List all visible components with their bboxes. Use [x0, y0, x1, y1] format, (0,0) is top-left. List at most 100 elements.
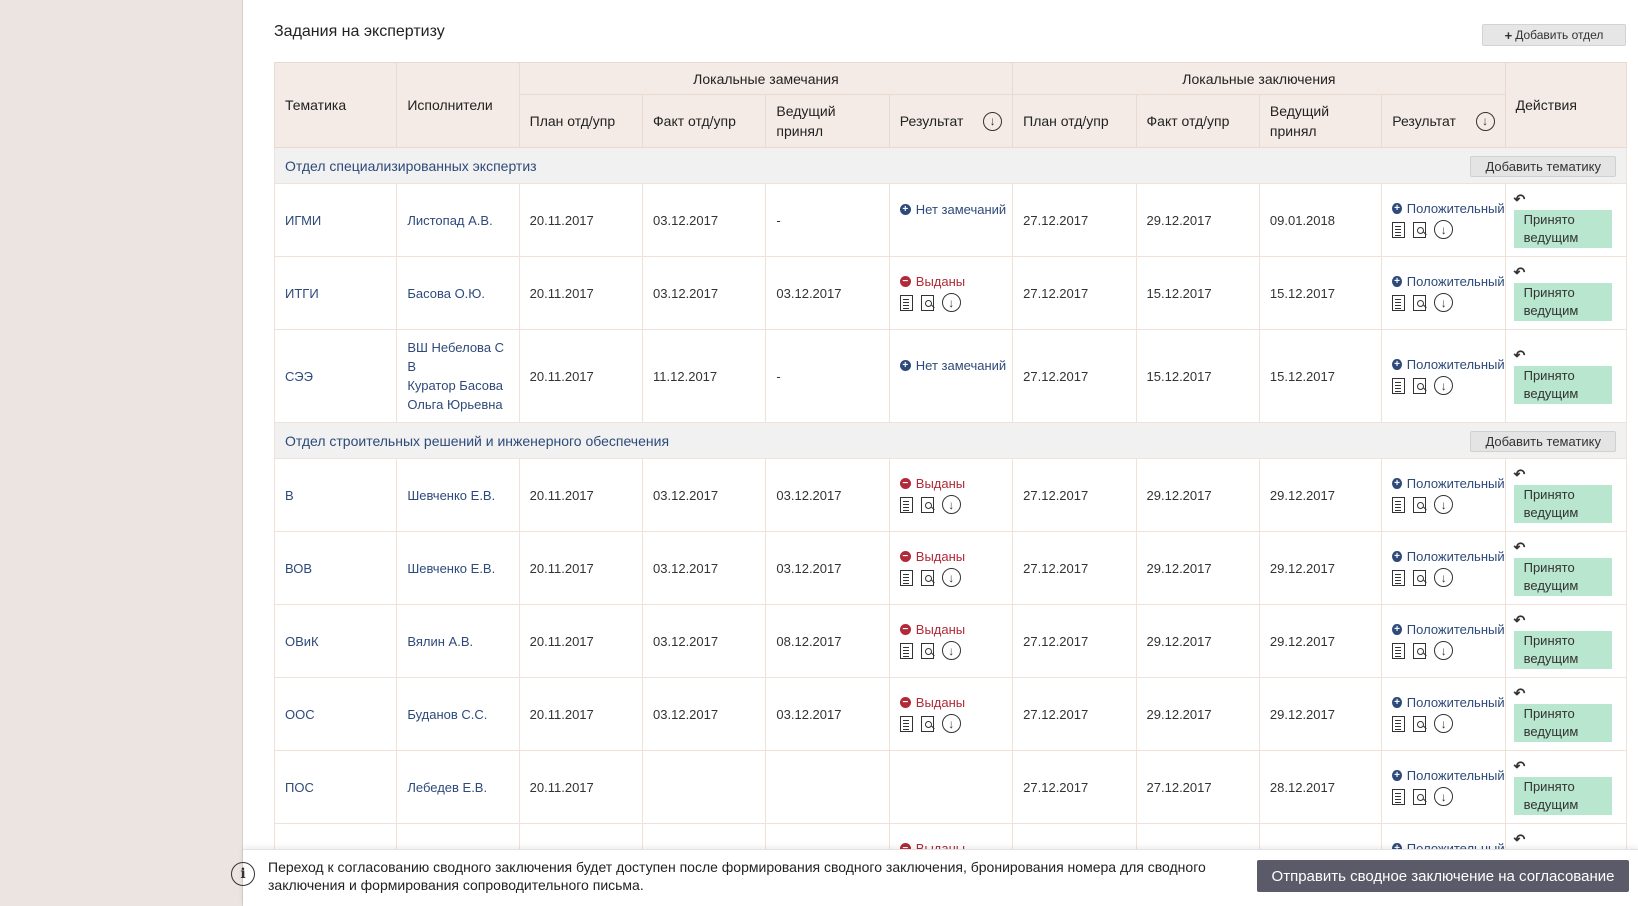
positive-status[interactable]: +Положительный: [1392, 549, 1505, 564]
document-icon[interactable]: [899, 569, 913, 586]
document-icon[interactable]: [1392, 715, 1406, 732]
topic-link[interactable]: ИТГИ: [285, 286, 319, 301]
header-executors: Исполнители: [396, 62, 520, 148]
department-group-row: Отдел строительных решений и инженерного…: [274, 422, 1627, 459]
no-remarks-status[interactable]: + Нет замечаний: [899, 202, 1012, 217]
undo-icon[interactable]: ↶: [1514, 467, 1618, 483]
download-icon[interactable]: ↓: [1434, 376, 1454, 395]
download-icon[interactable]: ↓: [1434, 641, 1454, 660]
document-icon[interactable]: [1392, 496, 1406, 513]
download-icon[interactable]: ↓: [1434, 714, 1454, 733]
positive-status[interactable]: +Положительный: [1392, 357, 1505, 372]
positive-status[interactable]: +Положительный: [1392, 476, 1505, 491]
table-row: ИТГИ Басова О.Ю. 20.11.2017 03.12.2017 0…: [273, 256, 1628, 330]
header-topic: Тематика: [273, 62, 398, 148]
document-search-icon[interactable]: [1413, 294, 1427, 311]
document-search-icon[interactable]: [1413, 496, 1427, 513]
positive-status[interactable]: +Положительный: [1392, 695, 1505, 710]
issued-status[interactable]: −Выданы: [899, 549, 1012, 564]
document-icon[interactable]: [899, 496, 913, 513]
document-search-icon[interactable]: [1413, 642, 1427, 659]
topic-link[interactable]: СЭЭ: [285, 369, 313, 384]
header-remarks-lead-accepted: Ведущий принял: [765, 94, 890, 148]
topic-link[interactable]: В: [285, 488, 294, 503]
download-icon[interactable]: ↓: [941, 293, 961, 312]
executor-link[interactable]: Шевченко Е.В.: [407, 559, 508, 578]
document-icon[interactable]: [1392, 788, 1406, 805]
download-icon[interactable]: ↓: [1434, 568, 1454, 587]
conclusions-fact-cell: 15.12.2017: [1135, 329, 1260, 423]
download-icon[interactable]: ↓: [1475, 111, 1495, 131]
executor-link[interactable]: Листопад А.В.: [407, 211, 508, 230]
download-icon[interactable]: ↓: [983, 111, 1003, 131]
document-search-icon[interactable]: [1413, 715, 1427, 732]
header-remarks-fact: Факт отд/упр: [642, 94, 767, 148]
undo-icon[interactable]: ↶: [1514, 265, 1618, 281]
download-icon[interactable]: ↓: [941, 495, 961, 514]
add-topic-button[interactable]: Добавить тематику: [1470, 431, 1616, 452]
document-search-icon[interactable]: [1413, 377, 1427, 394]
download-icon[interactable]: ↓: [1434, 495, 1454, 514]
undo-icon[interactable]: ↶: [1514, 192, 1618, 208]
document-icon[interactable]: [899, 294, 913, 311]
undo-icon[interactable]: ↶: [1514, 686, 1618, 702]
document-icon[interactable]: [1392, 569, 1406, 586]
download-icon[interactable]: ↓: [1434, 293, 1454, 312]
conclusions-result-cell: +Положительный ↓: [1381, 604, 1506, 678]
issued-status[interactable]: −Выданы: [899, 622, 1012, 637]
document-search-icon[interactable]: [920, 642, 934, 659]
document-search-icon[interactable]: [920, 715, 934, 732]
executor-link[interactable]: Вялин А.В.: [407, 632, 508, 651]
executor-link[interactable]: ВШ Небелова С В Куратор Басова Ольга Юрьевн…: [407, 338, 508, 414]
positive-status[interactable]: +Положительный: [1392, 274, 1505, 289]
document-search-icon[interactable]: [1413, 788, 1427, 805]
send-for-approval-button[interactable]: Отправить сводное заключение на согласов…: [1257, 860, 1629, 892]
issued-status[interactable]: −Выданы: [899, 476, 1012, 491]
document-search-icon[interactable]: [1413, 221, 1427, 238]
positive-status[interactable]: +Положительный: [1392, 201, 1505, 216]
undo-icon[interactable]: ↶: [1514, 540, 1618, 556]
issued-status[interactable]: −Выданы: [899, 274, 1012, 289]
executor-link[interactable]: Лебедев Е.В.: [407, 778, 508, 797]
topic-link[interactable]: ОВиК: [285, 634, 319, 649]
download-icon[interactable]: ↓: [941, 568, 961, 587]
document-search-icon[interactable]: [920, 496, 934, 513]
document-search-icon[interactable]: [920, 569, 934, 586]
undo-icon[interactable]: ↶: [1514, 832, 1618, 848]
topic-link[interactable]: ИГМИ: [285, 213, 321, 228]
download-icon[interactable]: ↓: [1434, 220, 1454, 239]
positive-status[interactable]: +Положительный: [1392, 622, 1505, 637]
document-icon[interactable]: [1392, 221, 1406, 238]
topic-link[interactable]: ВОВ: [285, 561, 312, 576]
remarks-lead-cell: -: [765, 329, 890, 423]
topic-link[interactable]: ООС: [285, 707, 315, 722]
download-icon[interactable]: ↓: [1434, 787, 1454, 806]
document-icon[interactable]: [1392, 642, 1406, 659]
issued-status[interactable]: −Выданы: [899, 695, 1012, 710]
expertise-tasks-table: Тематика Исполнители Локальные замечания…: [273, 62, 1628, 897]
document-icon[interactable]: [1392, 377, 1406, 394]
download-icon[interactable]: ↓: [941, 641, 961, 660]
document-search-icon[interactable]: [1413, 569, 1427, 586]
download-icon[interactable]: ↓: [941, 714, 961, 733]
no-remarks-status[interactable]: + Нет замечаний: [899, 358, 1012, 373]
topic-link[interactable]: ПОС: [285, 780, 314, 795]
document-icon[interactable]: [899, 715, 913, 732]
executor-line: Шевченко Е.В.: [407, 560, 496, 576]
conclusion-file-icons: ↓: [1392, 714, 1504, 733]
executor-link[interactable]: Буданов С.С.: [407, 705, 508, 724]
document-icon[interactable]: [1392, 294, 1406, 311]
executor-link[interactable]: Шевченко Е.В.: [407, 486, 508, 505]
executor-link[interactable]: Басова О.Ю.: [407, 284, 508, 303]
executor-line: Ольга Юрьевна: [407, 397, 503, 412]
add-department-button[interactable]: + Добавить отдел: [1482, 24, 1626, 46]
remarks-result-cell: + Нет замечаний: [888, 329, 1014, 423]
undo-icon[interactable]: ↶: [1514, 613, 1618, 629]
minus-circle-icon: −: [899, 478, 911, 489]
positive-status[interactable]: +Положительный: [1392, 768, 1505, 783]
undo-icon[interactable]: ↶: [1514, 759, 1618, 775]
undo-icon[interactable]: ↶: [1514, 348, 1618, 364]
document-icon[interactable]: [899, 642, 913, 659]
add-topic-button[interactable]: Добавить тематику: [1470, 156, 1616, 177]
document-search-icon[interactable]: [920, 294, 934, 311]
